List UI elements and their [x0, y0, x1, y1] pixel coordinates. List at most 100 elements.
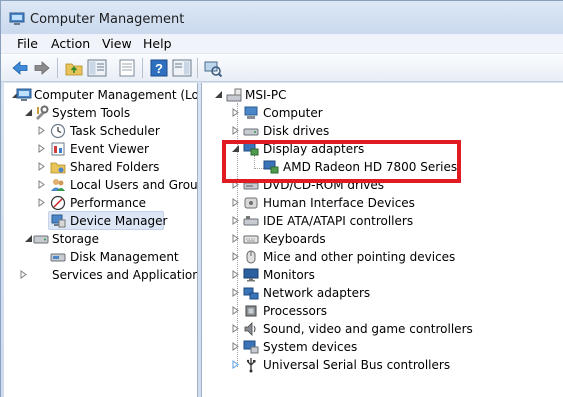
computer-icon [244, 106, 258, 119]
tree-item-performance[interactable]: Performance [4, 194, 197, 212]
tree-label: IDE ATA/ATAPI controllers [263, 214, 414, 228]
device-category-sound[interactable]: Sound, video and game controllers [202, 320, 563, 338]
expand-arrow-icon[interactable] [231, 252, 240, 261]
mouse-icon [246, 250, 256, 264]
tree-item-local-users-groups[interactable]: Local Users and Groups [4, 176, 197, 194]
title-bar[interactable]: Computer Management [1, 1, 563, 34]
expand-arrow-icon[interactable] [231, 324, 240, 333]
device-category-keyboards[interactable]: Keyboards [202, 230, 563, 248]
tree-item-task-scheduler[interactable]: Task Scheduler [4, 122, 197, 140]
tree-item-disk-management[interactable]: Disk Management [4, 248, 197, 266]
menu-help[interactable]: Help [143, 36, 172, 51]
expand-arrow-icon[interactable] [37, 162, 46, 171]
collapse-arrow-icon[interactable] [24, 108, 33, 117]
tree-label: Universal Serial Bus controllers [263, 358, 451, 372]
tree-item-system-tools[interactable]: System Tools [4, 104, 197, 122]
device-category-computer[interactable]: Computer [202, 104, 563, 122]
tree-label: Computer Management (Local [34, 88, 198, 102]
expand-arrow-icon[interactable] [37, 126, 46, 135]
tree-label: Network adapters [263, 286, 371, 300]
tree-label: MSI-PC [245, 88, 287, 102]
expand-arrow-icon[interactable] [231, 216, 240, 225]
computer-management-icon [16, 88, 32, 101]
help-icon[interactable]: ? [149, 58, 169, 78]
tree-item-device-manager[interactable]: Device Manager [4, 212, 197, 230]
expand-arrow-icon[interactable] [231, 234, 240, 243]
expand-arrow-icon[interactable] [19, 270, 28, 279]
keyboard-icon [243, 235, 259, 244]
clock-icon [50, 123, 66, 139]
device-category-network[interactable]: Network adapters [202, 284, 563, 302]
svg-text:?: ? [155, 61, 163, 76]
tree-item-storage[interactable]: Storage [4, 230, 197, 248]
collapse-arrow-icon[interactable] [24, 234, 33, 243]
expand-arrow-icon[interactable] [37, 198, 46, 207]
show-hide-pane-icon[interactable] [172, 58, 192, 78]
tree-item-event-viewer[interactable]: Event Viewer [4, 140, 197, 158]
monitor-icon [243, 268, 259, 282]
device-category-system-devices[interactable]: System devices [202, 338, 563, 356]
tools-icon [36, 105, 49, 120]
menu-bar: File Action View Help [1, 34, 563, 54]
expand-arrow-icon[interactable] [231, 270, 240, 279]
tree-label: Computer [263, 106, 323, 120]
tree-label: Monitors [263, 268, 315, 282]
device-category-ide[interactable]: IDE ATA/ATAPI controllers [202, 212, 563, 230]
device-category-disk-drives[interactable]: Disk drives [202, 122, 563, 140]
expand-arrow-icon[interactable] [231, 126, 240, 135]
back-arrow-icon[interactable] [10, 58, 30, 78]
window-title: Computer Management [30, 12, 185, 27]
sound-icon [244, 322, 256, 336]
hid-icon [244, 197, 258, 209]
device-manager-icon [51, 214, 66, 228]
tree-item-services-applications[interactable]: Services and Applications [4, 266, 197, 284]
expand-arrow-icon[interactable] [231, 342, 240, 351]
expand-arrow-icon[interactable] [37, 180, 46, 189]
tree-label: Mice and other pointing devices [263, 250, 456, 264]
export-list-icon[interactable] [117, 58, 137, 78]
shared-folder-icon [50, 162, 66, 174]
tree-label: Shared Folders [70, 160, 160, 174]
tree-label: System devices [263, 340, 358, 354]
expand-arrow-icon[interactable] [231, 288, 240, 297]
expand-arrow-icon[interactable] [37, 144, 46, 153]
menu-view[interactable]: View [102, 36, 132, 51]
menu-file[interactable]: File [17, 36, 38, 51]
up-folder-icon[interactable] [64, 58, 84, 78]
expand-arrow-icon[interactable] [231, 198, 240, 207]
tree-item-computer-management[interactable]: Computer Management (Local [4, 86, 198, 104]
device-tree-root[interactable]: MSI-PC [202, 86, 563, 104]
toolbar-separator [142, 58, 143, 78]
device-category-monitors[interactable]: Monitors [202, 266, 563, 284]
network-adapter-icon [243, 287, 259, 300]
computer-management-icon [9, 12, 25, 25]
disk-drive-icon [243, 128, 259, 136]
device-category-usb[interactable]: Universal Serial Bus controllers [202, 356, 563, 374]
tree-label: Sound, video and game controllers [263, 322, 473, 336]
display-adapters-highlight-box [222, 140, 461, 183]
scan-hardware-icon[interactable] [203, 58, 223, 78]
menu-action[interactable]: Action [51, 36, 90, 51]
device-category-mice[interactable]: Mice and other pointing devices [202, 248, 563, 266]
collapse-arrow-icon[interactable] [214, 90, 223, 99]
toolbar-separator [57, 58, 58, 78]
performance-icon [50, 195, 66, 211]
expand-arrow-icon[interactable] [231, 108, 240, 117]
ide-controller-icon [243, 216, 259, 226]
expand-arrow-icon[interactable] [231, 360, 240, 369]
device-category-hid[interactable]: Human Interface Devices [202, 194, 563, 212]
console-tree-pane: Computer Management (Local System Tools … [4, 83, 198, 397]
console-tree-icon[interactable] [87, 58, 107, 78]
tree-label: Keyboards [263, 232, 326, 246]
toolbar-separator [197, 58, 198, 78]
usb-icon [246, 358, 256, 373]
device-category-processors[interactable]: Processors [202, 302, 563, 320]
users-icon [51, 179, 65, 191]
tree-label: Processors [263, 304, 328, 318]
expand-arrow-icon[interactable] [231, 306, 240, 315]
forward-arrow-icon[interactable] [32, 58, 52, 78]
tree-label: Human Interface Devices [263, 196, 415, 210]
tree-label: System Tools [52, 106, 131, 120]
tree-label: Task Scheduler [70, 124, 160, 138]
tree-item-shared-folders[interactable]: Shared Folders [4, 158, 197, 176]
